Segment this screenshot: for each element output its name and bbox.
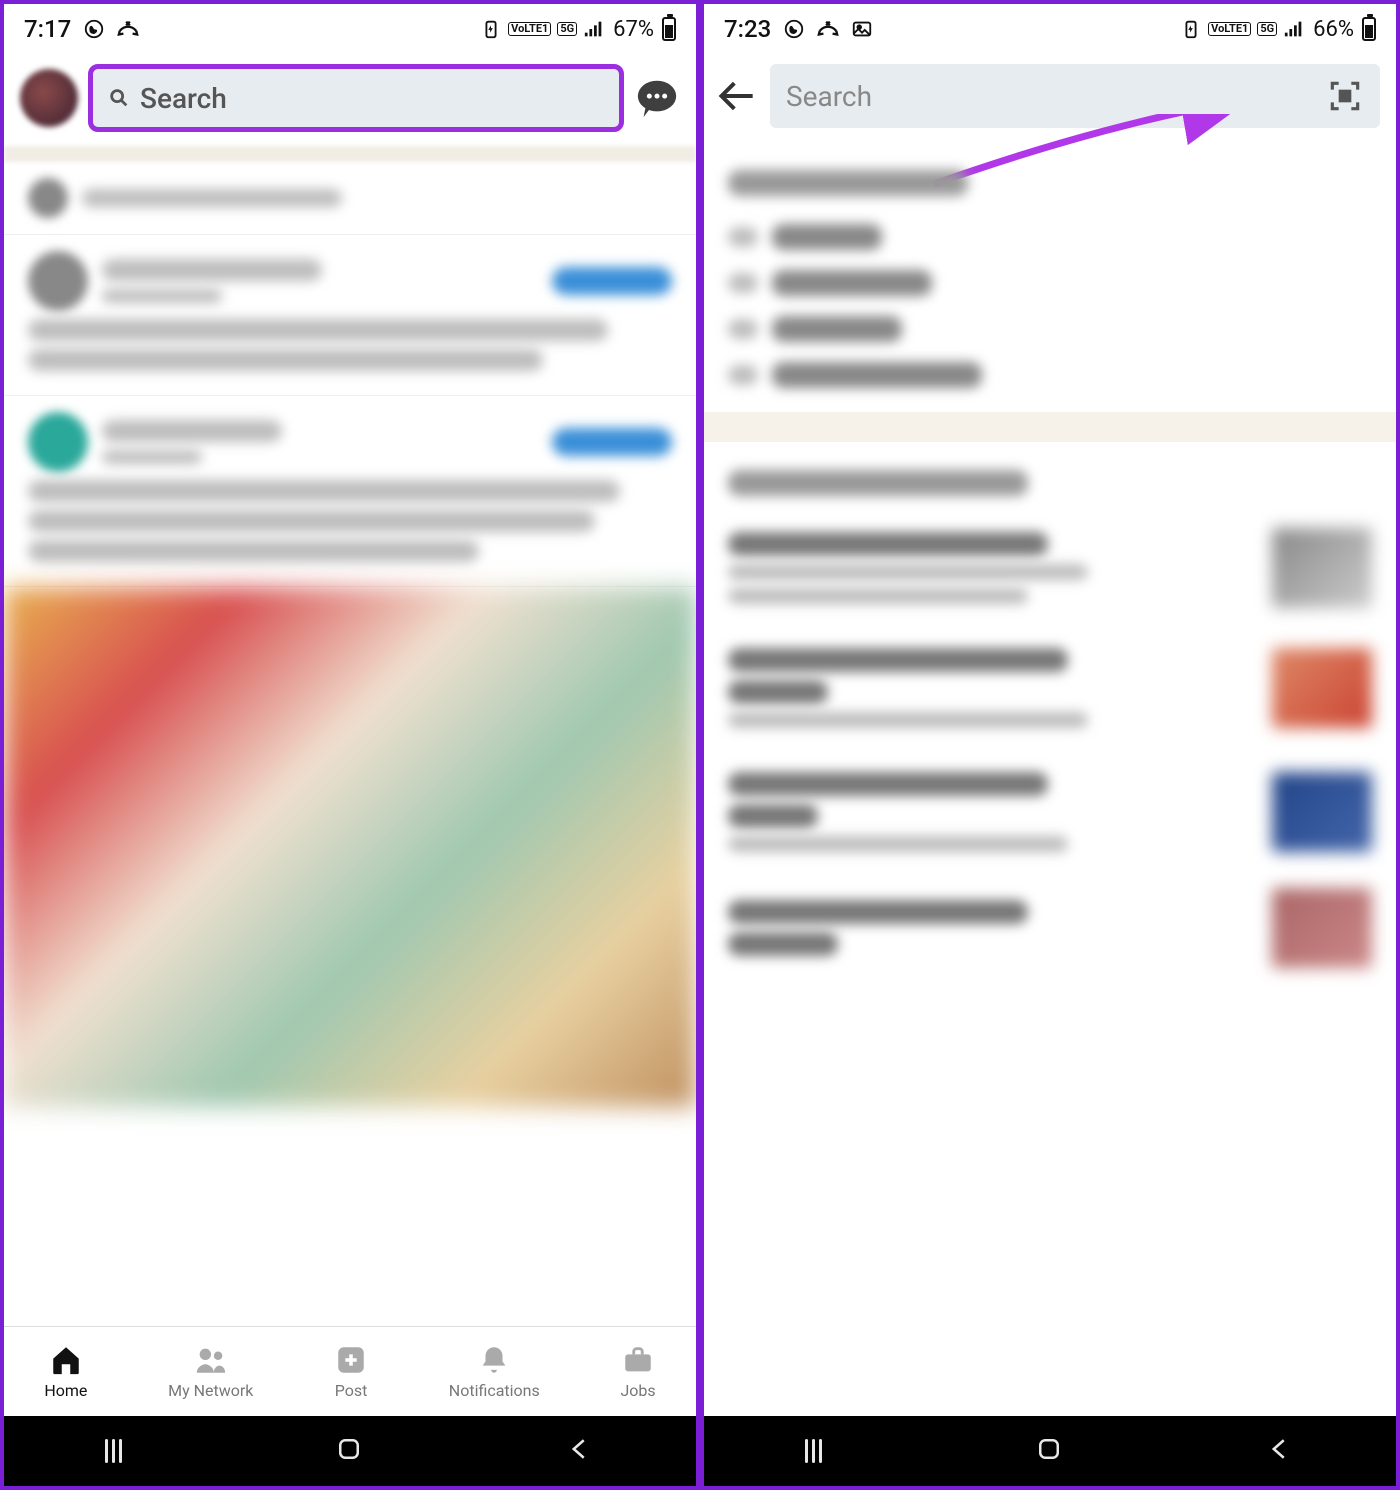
qr-scan-icon[interactable] xyxy=(1326,77,1364,115)
search-icon xyxy=(108,87,130,109)
signal-icon xyxy=(1283,18,1305,40)
status-time: 7:23 xyxy=(724,15,771,43)
status-time: 7:17 xyxy=(24,15,71,43)
post-image[interactable] xyxy=(4,587,696,1107)
battery-saver-icon xyxy=(1180,18,1202,40)
bottom-nav: Home My Network Post Notifications Jobs xyxy=(4,1326,696,1416)
battery-percentage: 67% xyxy=(613,17,654,42)
search-input[interactable]: Search xyxy=(92,68,620,128)
nav-post[interactable]: Post xyxy=(334,1343,368,1400)
missed-call-icon xyxy=(117,18,139,40)
volte-indicator: VoLTE1 xyxy=(1208,22,1251,36)
nav-network[interactable]: My Network xyxy=(168,1343,253,1400)
android-home-button[interactable] xyxy=(1034,1434,1064,1468)
phone-left: 7:17 VoLTE1 5G 67% Sea xyxy=(0,0,700,1490)
android-recents-button[interactable] xyxy=(805,1439,833,1463)
messages-icon[interactable] xyxy=(634,75,680,121)
search-suggestions xyxy=(704,142,1396,1416)
battery-saver-icon xyxy=(480,18,502,40)
nav-notifications[interactable]: Notifications xyxy=(449,1343,540,1400)
whatsapp-icon xyxy=(83,18,105,40)
status-bar: 7:17 VoLTE1 5G 67% xyxy=(4,4,696,54)
back-button[interactable] xyxy=(716,74,760,118)
battery-icon xyxy=(662,17,676,41)
status-bar: 7:23 VoLTE1 5G 66% xyxy=(704,4,1396,54)
android-home-button[interactable] xyxy=(334,1434,364,1468)
missed-call-icon xyxy=(817,18,839,40)
network-indicator: 5G xyxy=(1257,22,1277,36)
nav-jobs[interactable]: Jobs xyxy=(620,1343,655,1400)
nav-home[interactable]: Home xyxy=(44,1343,87,1400)
app-bar: Search xyxy=(704,54,1396,142)
phone-right: 7:23 VoLTE1 5G 66% xyxy=(700,0,1400,1490)
whatsapp-icon xyxy=(783,18,805,40)
battery-icon xyxy=(1362,17,1376,41)
android-back-button[interactable] xyxy=(1265,1434,1295,1468)
android-recents-button[interactable] xyxy=(105,1439,133,1463)
gallery-icon xyxy=(851,18,873,40)
android-nav-bar xyxy=(704,1416,1396,1486)
android-back-button[interactable] xyxy=(565,1434,595,1468)
feed[interactable] xyxy=(4,162,696,1326)
signal-icon xyxy=(583,18,605,40)
search-placeholder: Search xyxy=(140,82,227,115)
search-input[interactable]: Search xyxy=(770,64,1380,128)
volte-indicator: VoLTE1 xyxy=(508,22,551,36)
android-nav-bar xyxy=(4,1416,696,1486)
battery-percentage: 66% xyxy=(1313,17,1354,42)
search-placeholder: Search xyxy=(786,80,872,113)
app-bar: Search xyxy=(4,54,696,146)
profile-avatar[interactable] xyxy=(20,69,78,127)
network-indicator: 5G xyxy=(557,22,577,36)
